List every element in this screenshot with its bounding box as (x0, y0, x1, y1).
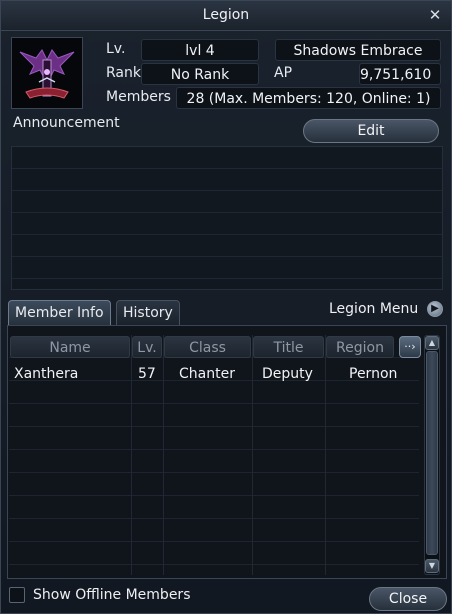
scroll-up-icon[interactable]: ▲ (425, 336, 439, 350)
column-divider (252, 335, 253, 575)
column-divider (163, 335, 164, 575)
edit-announcement-button[interactable]: Edit (303, 119, 439, 143)
announcement-label: Announcement (13, 115, 120, 131)
title-bar: Legion ✕ (1, 1, 451, 31)
more-columns-icon[interactable]: ··› (399, 336, 421, 358)
column-header-title[interactable]: Title (253, 336, 324, 358)
column-header-name[interactable]: Name (10, 336, 130, 358)
emblem-graphic (19, 49, 75, 99)
members-value: 28 (Max. Members: 120, Online: 1) (176, 87, 441, 109)
scroll-down-icon[interactable]: ▼ (425, 559, 439, 573)
close-icon[interactable]: ✕ (426, 5, 444, 25)
legion-menu-link[interactable]: Legion Menu (329, 301, 418, 317)
legion-name: Shadows Embrace (275, 39, 441, 61)
column-header-region[interactable]: Region (326, 336, 394, 358)
rank-value: No Rank (141, 63, 259, 85)
member-class: Chanter (179, 366, 235, 382)
scrollbar-thumb[interactable] (426, 351, 438, 555)
tab-history[interactable]: History (116, 300, 180, 326)
level-label: Lv. (106, 41, 126, 57)
ap-label: AP (274, 65, 293, 81)
level-value: lvl 4 (141, 39, 259, 61)
arrow-right-circle-icon[interactable]: ▶ (427, 301, 443, 317)
member-title: Deputy (262, 366, 313, 382)
show-offline-label[interactable]: Show Offline Members (33, 587, 191, 603)
rank-label: Rank (106, 65, 141, 81)
members-label: Members (106, 89, 171, 105)
member-level: 57 (138, 366, 156, 382)
column-header-class[interactable]: Class (164, 336, 251, 358)
member-name: Xanthera (14, 366, 79, 382)
column-divider (131, 335, 132, 575)
announcement-text-area (11, 146, 443, 290)
tab-member-info[interactable]: Member Info (8, 300, 111, 326)
member-region: Pernon (349, 366, 398, 382)
ap-value: 9,751,610 (359, 63, 441, 85)
column-divider (325, 335, 326, 575)
legion-window: Legion ✕ Lv. lvl 4 Shadows Embrace Rank … (0, 0, 452, 614)
column-header-level[interactable]: Lv. (132, 336, 162, 358)
show-offline-checkbox[interactable] (9, 587, 25, 603)
legion-emblem (11, 37, 83, 109)
close-button[interactable]: Close (369, 587, 447, 611)
window-title: Legion (202, 7, 250, 23)
